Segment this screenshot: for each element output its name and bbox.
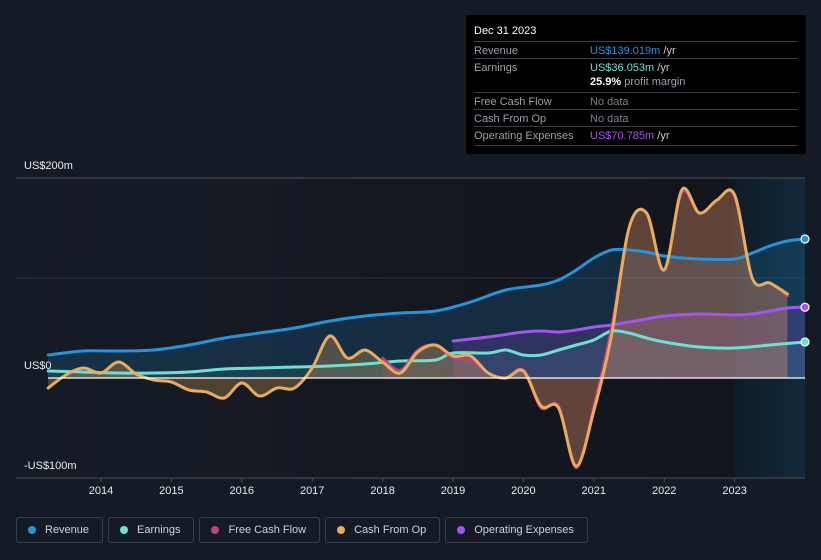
x-tick-label: 2021 [581, 485, 607, 497]
tooltip-unit: /yr [654, 62, 670, 74]
legend-label: Free Cash Flow [228, 524, 307, 536]
x-tick-label: 2018 [370, 485, 395, 497]
tooltip-row-free-cash-flow: Free Cash Flow No data [474, 92, 798, 110]
tooltip-label: Operating Expenses [474, 130, 574, 142]
x-tick-label: 2016 [229, 485, 255, 497]
legend-item-free-cash-flow[interactable]: Free Cash Flow [199, 517, 321, 543]
tooltip-date: Dec 31 2023 [474, 25, 537, 37]
earnings-end-point [800, 337, 810, 347]
tooltip-value: US$70.785m [590, 130, 655, 142]
legend: Revenue Earnings Free Cash Flow Cash Fro… [16, 517, 588, 543]
x-tick-label: 2023 [722, 485, 747, 497]
legend-item-earnings[interactable]: Earnings [108, 517, 195, 543]
legend-label: Revenue [45, 524, 90, 536]
legend-item-revenue[interactable]: Revenue [16, 517, 104, 543]
tooltip-row-cash-from-op: Cash From Op No data [474, 109, 798, 127]
tooltip-profit-margin: 25.9% profit margin [590, 76, 685, 88]
y-tick-label-0: US$0 [24, 360, 52, 372]
legend-item-operating-expenses[interactable]: Operating Expenses [445, 517, 588, 543]
tooltip-value: No data [590, 96, 629, 108]
x-tick-label: 2015 [159, 485, 184, 497]
tooltip-panel: Dec 31 2023 Revenue US$139.019m /yr Earn… [466, 15, 806, 154]
tooltip-divider [474, 145, 798, 146]
tooltip-label: Free Cash Flow [474, 96, 552, 108]
tooltip-unit: /yr [660, 45, 676, 57]
legend-label: Earnings [137, 524, 181, 536]
tooltip-row-revenue: Revenue US$139.019m /yr [474, 41, 798, 59]
operating-expenses-end-point [800, 302, 810, 312]
tooltip-label: Cash From Op [474, 113, 547, 125]
tooltip-row-earnings: Earnings US$36.053m /yr [474, 58, 798, 76]
x-tick-label: 2022 [651, 485, 677, 497]
tooltip-row-operating-expenses: Operating Expenses US$70.785m /yr [474, 126, 798, 144]
x-tick-label: 2014 [88, 485, 114, 497]
legend-label: Cash From Op [354, 524, 427, 536]
revenue-end-point [800, 234, 810, 244]
tooltip-unit: /yr [654, 130, 670, 142]
tooltip-value: US$139.019m [590, 45, 661, 57]
x-axis-ticks [100, 478, 736, 482]
x-tick-label: 2020 [511, 485, 536, 497]
free-cash-flow-dot-icon [211, 526, 220, 534]
y-tick-label-neg100: -US$100m [24, 460, 77, 472]
profit-margin-label: profit margin [621, 76, 686, 88]
x-tick-label: 2017 [299, 485, 325, 497]
tooltip-value: No data [590, 113, 629, 125]
cash-from-op-dot-icon [337, 526, 346, 534]
profit-margin-value: 25.9% [590, 76, 622, 88]
operating-expenses-dot-icon [457, 526, 466, 534]
revenue-dot-icon [28, 526, 36, 534]
x-tick-label: 2019 [440, 485, 466, 497]
tooltip-value: US$36.053m [590, 62, 655, 74]
tooltip-label: Earnings [474, 62, 518, 74]
earnings-dot-icon [120, 526, 129, 534]
legend-label: Operating Expenses [474, 524, 574, 536]
tooltip-label: Revenue [474, 45, 519, 57]
legend-item-cash-from-op[interactable]: Cash From Op [325, 517, 441, 543]
y-tick-label-200: US$200m [24, 160, 73, 172]
